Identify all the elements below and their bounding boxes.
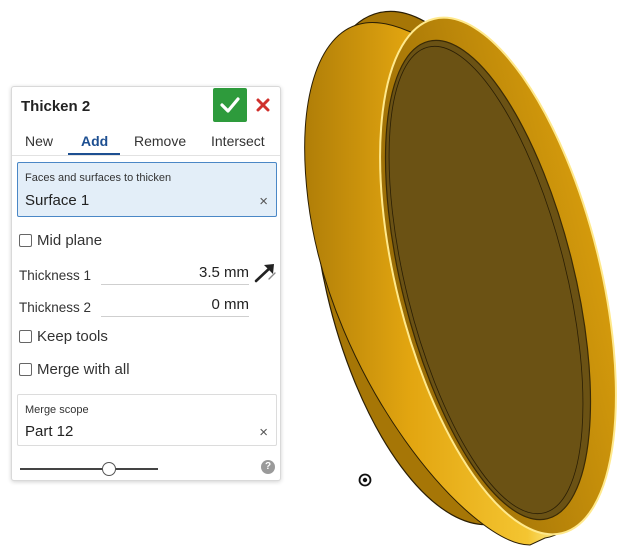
opposite-direction-button[interactable] [253,261,279,285]
disc-part[interactable] [268,0,622,550]
help-icon[interactable]: ? [261,460,275,474]
dialog-title: Thicken 2 [21,98,91,115]
keep-tools-label: Keep tools [37,328,108,345]
faces-selection-field[interactable]: Faces and surfaces to thicken Surface 1 … [17,162,277,217]
accept-button[interactable] [213,88,247,122]
checkbox-box[interactable] [19,330,32,343]
check-icon [220,97,240,113]
close-icon [256,98,270,112]
transparency-slider[interactable] [20,459,160,479]
tab-add[interactable]: Add [81,133,108,149]
checkbox-box[interactable] [19,234,32,247]
checkbox-box[interactable] [19,363,32,376]
slider-track [20,468,158,470]
merge-with-all-label: Merge with all [37,361,130,378]
thickness1-label: Thickness 1 [19,268,92,283]
cancel-button[interactable] [252,94,274,116]
selection-label: Faces and surfaces to thicken [25,172,172,184]
clear-selection-button[interactable]: × [259,193,268,210]
merge-scope-item[interactable]: Part 12 [25,423,73,440]
selection-item[interactable]: Surface 1 [25,192,89,209]
tab-remove[interactable]: Remove [134,133,186,149]
thicken-dialog: Thicken 2 New Add Remove Intersect Faces… [11,86,281,481]
merge-scope-field[interactable]: Merge scope Part 12 × [17,394,277,446]
operation-tabs: New Add Remove Intersect [12,127,280,156]
dialog-header: Thicken 2 [12,87,280,125]
active-tab-indicator [68,153,120,155]
mid-plane-label: Mid plane [37,232,103,249]
tab-intersect[interactable]: Intersect [211,133,265,149]
merge-scope-label: Merge scope [25,404,89,416]
clear-merge-scope-button[interactable]: × [259,424,268,441]
thickness2-label: Thickness 2 [19,300,92,315]
thickness2-input[interactable]: 0 mm [101,295,249,317]
thickness1-input[interactable]: 3.5 mm [101,263,249,285]
tab-new[interactable]: New [25,133,53,149]
slider-thumb[interactable] [102,462,116,476]
origin-icon[interactable] [358,473,372,492]
opposite-direction-arrow-icon [254,264,276,283]
